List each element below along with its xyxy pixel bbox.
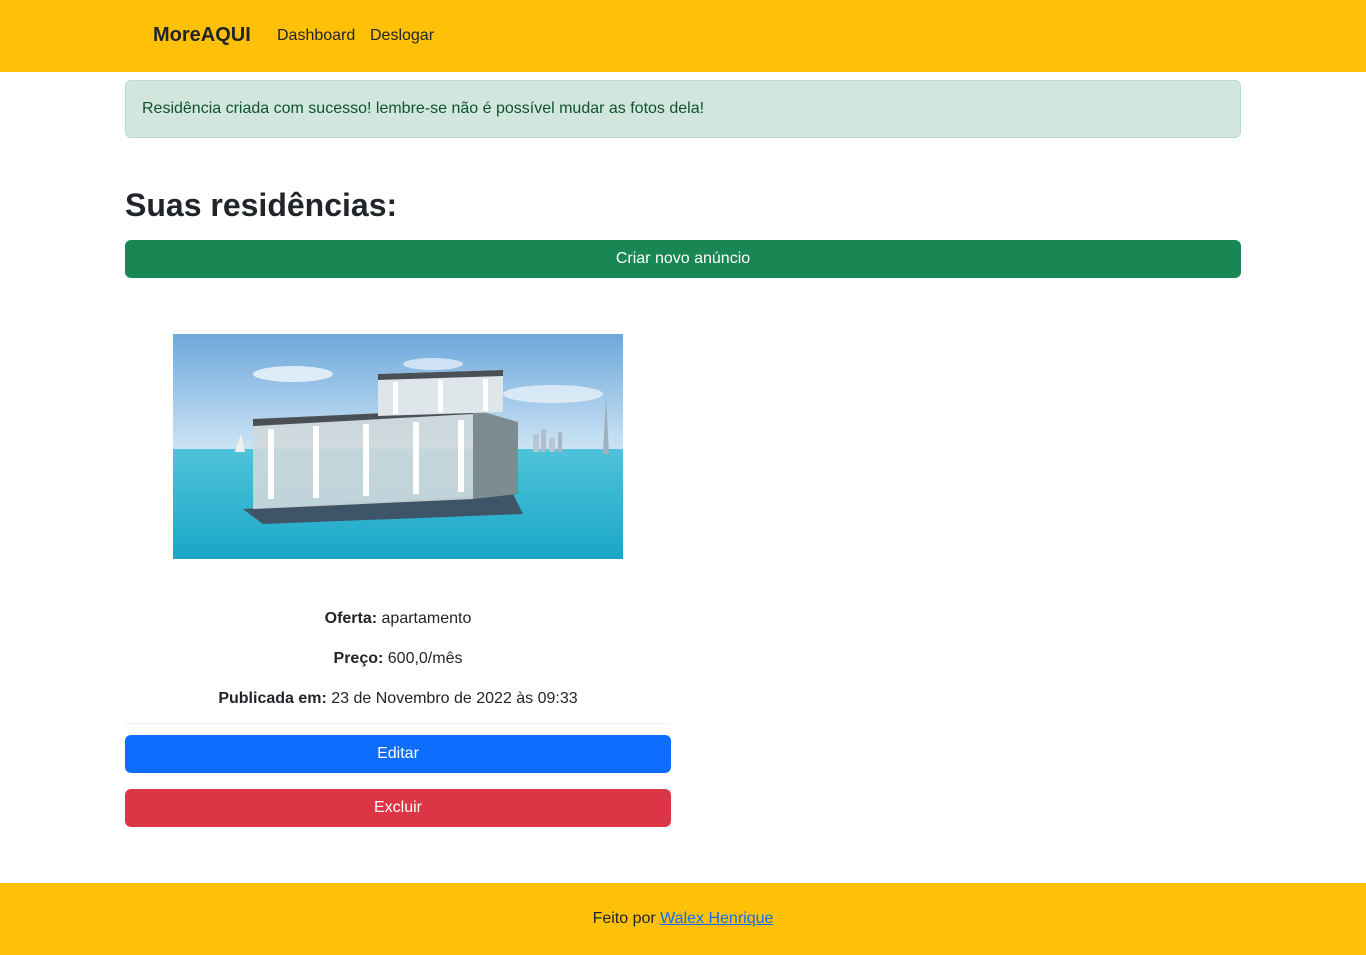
footer-credit: Feito por bbox=[592, 910, 656, 927]
price-value: 600,0/mês bbox=[387, 650, 463, 667]
brand-logo[interactable]: MoreAQUI bbox=[153, 24, 251, 47]
footer-text: Feito por Walex Henrique bbox=[0, 910, 1366, 928]
delete-button[interactable]: Excluir bbox=[125, 789, 671, 827]
offer-label: Oferta: bbox=[324, 610, 378, 627]
offer-value: apartamento bbox=[381, 610, 472, 627]
create-listing-button[interactable]: Criar novo anúncio bbox=[125, 240, 1241, 278]
success-alert: Residência criada com sucesso! lembre-se… bbox=[125, 80, 1241, 138]
listing-offer: Oferta: apartamento bbox=[125, 610, 671, 628]
nav-link-dashboard[interactable]: Dashboard bbox=[277, 27, 355, 45]
nav-link-logout[interactable]: Deslogar bbox=[370, 27, 434, 45]
author-link[interactable]: Walex Henrique bbox=[660, 910, 773, 927]
published-value: 23 de Novembro de 2022 às 09:33 bbox=[331, 690, 578, 707]
price-label: Preço: bbox=[333, 650, 384, 667]
listing-price: Preço: 600,0/mês bbox=[125, 650, 671, 668]
footer: Feito por Walex Henrique bbox=[0, 883, 1366, 955]
alert-message: Residência criada com sucesso! lembre-se… bbox=[142, 100, 705, 117]
divider bbox=[125, 723, 671, 724]
navbar: MoreAQUI Dashboard Deslogar bbox=[0, 0, 1366, 72]
page-title: Suas residências: bbox=[125, 187, 398, 223]
published-label: Publicada em: bbox=[218, 690, 327, 707]
listing-photo bbox=[173, 334, 623, 559]
edit-button[interactable]: Editar bbox=[125, 735, 671, 773]
listing-published: Publicada em: 23 de Novembro de 2022 às … bbox=[125, 690, 671, 708]
